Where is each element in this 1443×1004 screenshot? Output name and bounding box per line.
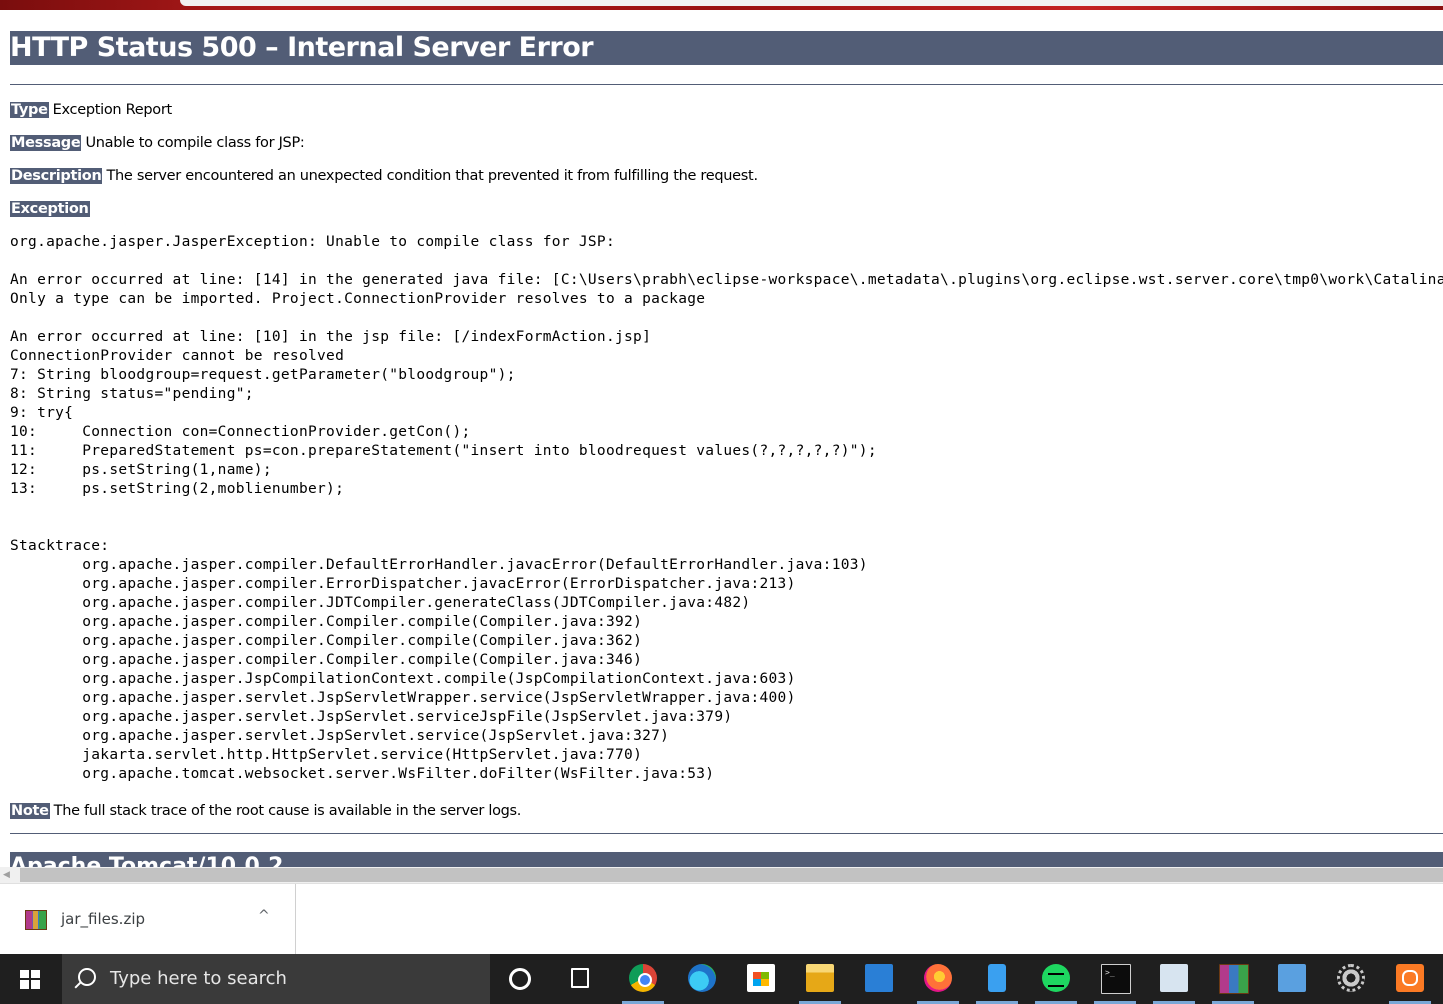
- description-value: The server encountered an unexpected con…: [106, 168, 758, 184]
- winrar-zip-icon: [25, 910, 47, 930]
- start-button[interactable]: [0, 954, 60, 1004]
- control-panel-icon[interactable]: [1267, 954, 1317, 1004]
- mail-icon[interactable]: [854, 954, 904, 1004]
- file-explorer-icon[interactable]: [795, 954, 845, 1004]
- cortana-icon[interactable]: [495, 954, 545, 1004]
- browser-tab-strip: [180, 0, 1443, 6]
- description-row: Description The server encountered an une…: [10, 167, 758, 185]
- divider: [10, 833, 1443, 834]
- spotify-icon[interactable]: [1031, 954, 1081, 1004]
- exception-stacktrace: org.apache.jasper.JasperException: Unabl…: [10, 234, 1443, 782]
- chrome-icon[interactable]: [618, 954, 668, 1004]
- xampp-icon[interactable]: [1385, 954, 1435, 1004]
- firefox-icon[interactable]: [913, 954, 963, 1004]
- phone-icon[interactable]: [972, 954, 1022, 1004]
- performance-monitor-icon[interactable]: [1149, 954, 1199, 1004]
- task-view-icon[interactable]: [555, 954, 605, 1004]
- scroll-left-icon[interactable]: ◀: [3, 870, 10, 880]
- description-label: Description: [10, 168, 103, 184]
- horizontal-scrollbar[interactable]: ◀: [0, 867, 1443, 883]
- error-page: HTTP Status 500 – Internal Server Error …: [0, 10, 1443, 867]
- message-label: Message: [10, 135, 82, 151]
- exception-row: Exception: [10, 200, 94, 218]
- type-value: Exception Report: [52, 102, 173, 118]
- message-value: Unable to compile class for JSP:: [85, 135, 305, 151]
- taskbar: Type here to search: [0, 954, 1443, 1004]
- chevron-up-icon[interactable]: ^: [258, 908, 270, 924]
- note-row: Note The full stack trace of the root cau…: [10, 802, 521, 820]
- edge-icon[interactable]: [677, 954, 727, 1004]
- browser-top-strip: [0, 0, 1443, 10]
- scrollbar-thumb[interactable]: [20, 868, 1443, 882]
- windows-logo-icon: [20, 970, 40, 989]
- note-label: Note: [10, 803, 50, 819]
- winrar-icon[interactable]: [1208, 954, 1258, 1004]
- divider: [10, 84, 1443, 85]
- taskbar-search[interactable]: Type here to search: [62, 954, 490, 1004]
- search-placeholder[interactable]: Type here to search: [110, 968, 287, 989]
- type-row: Type Exception Report: [10, 101, 172, 119]
- page-title: HTTP Status 500 – Internal Server Error: [10, 31, 1443, 65]
- download-bar: jar_files.zip ^: [0, 883, 1443, 954]
- download-file-name[interactable]: jar_files.zip: [61, 910, 145, 928]
- settings-gear-icon[interactable]: [1326, 954, 1376, 1004]
- note-value: The full stack trace of the root cause i…: [53, 803, 522, 819]
- message-row: Message Unable to compile class for JSP:: [10, 134, 305, 152]
- search-icon: [78, 968, 96, 986]
- store-icon[interactable]: [736, 954, 786, 1004]
- type-label: Type: [10, 102, 49, 118]
- terminal-icon[interactable]: [1090, 954, 1140, 1004]
- server-footer: Apache Tomcat/10.0.2: [10, 852, 1443, 867]
- exception-label: Exception: [10, 201, 90, 217]
- download-item[interactable]: jar_files.zip ^: [0, 884, 296, 954]
